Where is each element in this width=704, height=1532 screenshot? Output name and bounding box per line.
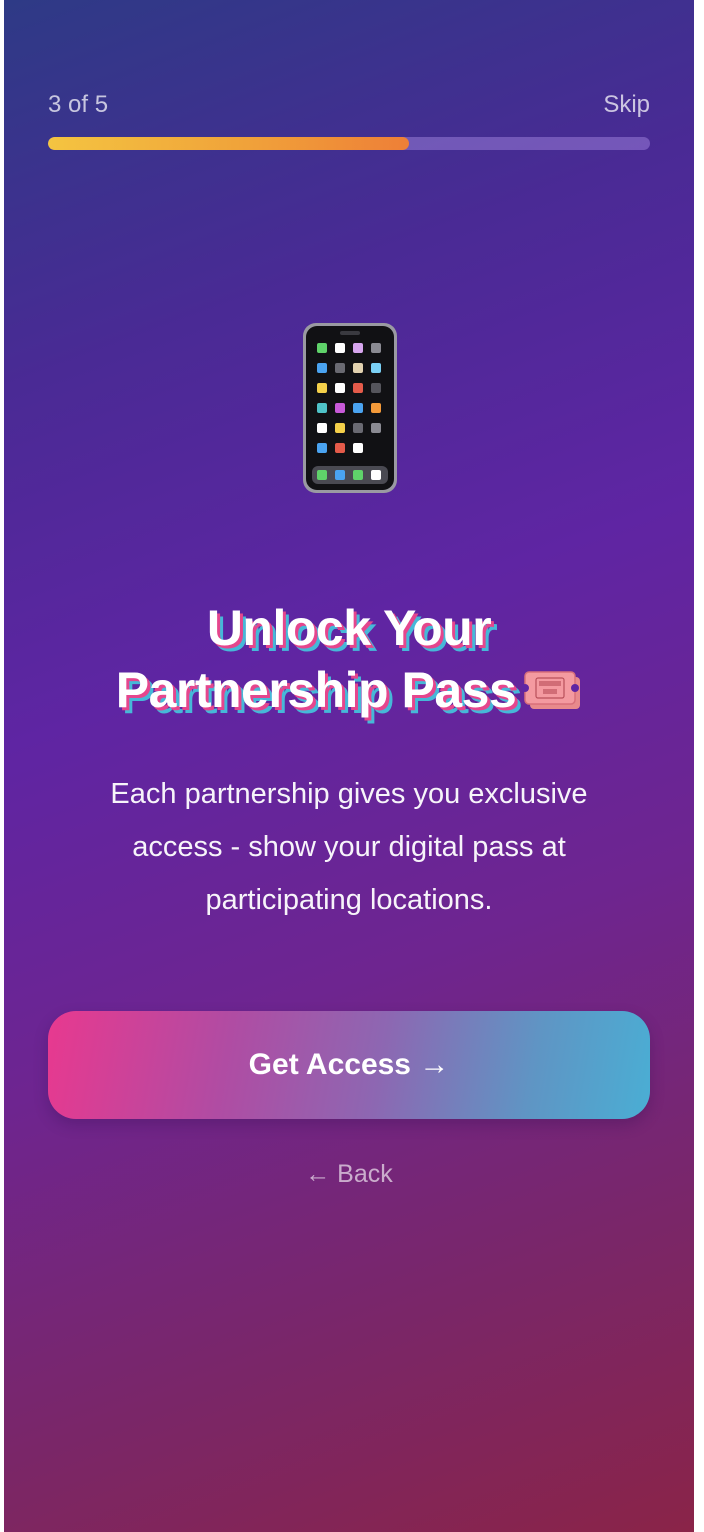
title-line-1: Unlock Your bbox=[206, 600, 492, 656]
onboarding-header: 3 of 5 Skip bbox=[48, 88, 650, 122]
page-title: Unlock Your Partnership Pass bbox=[44, 597, 654, 721]
admission-ticket-icon bbox=[522, 671, 581, 709]
step-counter: 3 of 5 bbox=[48, 91, 109, 118]
onboarding-screen: 3 of 5 Skip Unlock Your Partnership Pass… bbox=[4, 0, 694, 1532]
progress-bar-fill bbox=[48, 137, 410, 150]
back-button[interactable]: ← Back bbox=[4, 1160, 694, 1189]
mobile-phone-icon bbox=[303, 323, 397, 493]
progress-bar bbox=[48, 137, 650, 150]
page-description: Each partnership gives you exclusive acc… bbox=[110, 778, 588, 916]
title-line-2: Partnership Pass bbox=[44, 659, 654, 721]
window-edge bbox=[694, 0, 704, 1532]
skip-button[interactable]: Skip bbox=[603, 91, 650, 119]
get-access-button[interactable]: Get Access → bbox=[48, 1011, 650, 1119]
title-line-2-text: Partnership Pass bbox=[115, 662, 517, 718]
